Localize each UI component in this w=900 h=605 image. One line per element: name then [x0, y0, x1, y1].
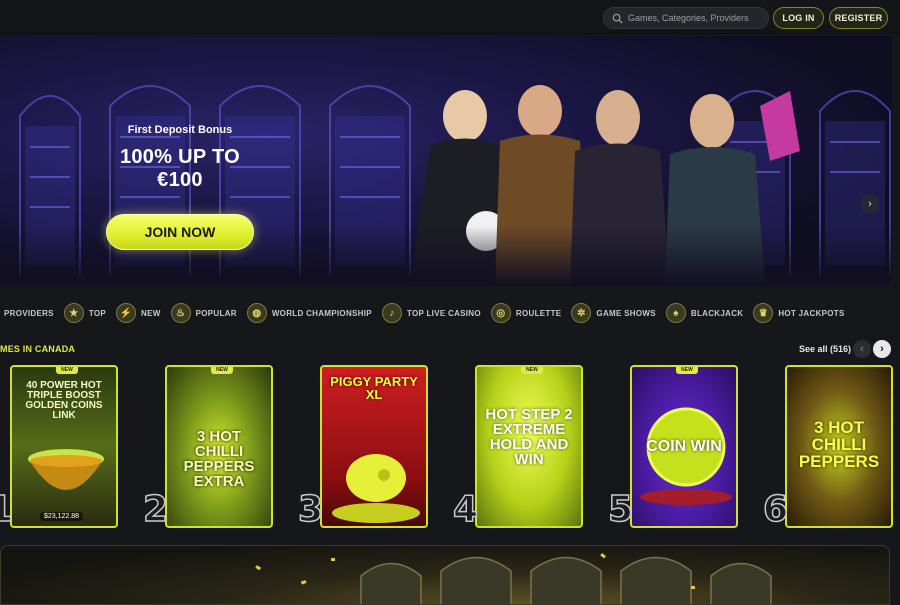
category-hot-jackpots[interactable]: ♛ HOT JACKPOTS	[753, 303, 844, 323]
promo-banner-art	[255, 552, 772, 604]
category-label: POPULAR	[195, 308, 237, 318]
game-title: PIGGY PARTY XL	[330, 374, 418, 402]
games-prev-button[interactable]: ‹	[853, 340, 871, 358]
category-roulette[interactable]: ◎ ROULETTE	[490, 303, 562, 323]
star-icon: ★	[63, 303, 84, 323]
chevron-right-icon: ›	[880, 343, 884, 355]
rank-number: 5	[607, 488, 634, 531]
new-badge: NEW	[521, 367, 543, 374]
ball-icon: ◍	[246, 303, 267, 323]
hero-next-button[interactable]: ›	[860, 194, 880, 214]
game-thumbnail[interactable]: PIGGY PARTY XL	[320, 365, 428, 528]
top-bar: LOG IN REGISTER	[0, 0, 900, 34]
promo-banner[interactable]	[0, 545, 890, 605]
game-card[interactable]: NEW 3 HOT CHILLI PEPPERS EXTRA 2	[142, 365, 273, 531]
category-label: TOP LIVE CASINO	[406, 308, 481, 318]
category-label: BLACKJACK	[690, 308, 744, 318]
jackpot-amount: $23,122.88	[40, 512, 84, 521]
game-thumbnail[interactable]: NEW 3 HOT CHILLI PEPPERS EXTRA	[165, 365, 273, 528]
category-label: ROULETTE	[515, 308, 562, 318]
category-label: TOP	[88, 308, 107, 318]
category-label: HOT JACKPOTS	[778, 308, 845, 318]
game-card[interactable]: 3 HOT CHILLI PEPPERS 6	[762, 365, 893, 531]
search-box[interactable]	[603, 7, 769, 29]
section-title: MES IN CANADA	[0, 344, 76, 354]
category-game-shows[interactable]: ✲ GAME SHOWS	[571, 303, 656, 323]
see-all-link[interactable]: See all (516)	[799, 344, 851, 354]
category-label: WORLD CHAMPIONSHIP	[271, 308, 372, 318]
wheel-icon: ✲	[571, 303, 592, 323]
category-new[interactable]: ⚡ NEW	[116, 303, 161, 323]
game-title: 3 HOT CHILLI PEPPERS	[798, 418, 880, 471]
cards-icon: ♠	[665, 303, 686, 323]
game-thumbnail[interactable]: NEW 40 POWER HOT TRIPLE BOOST GOLDEN COI…	[10, 365, 118, 528]
games-carousel: NEW 40 POWER HOT TRIPLE BOOST GOLDEN COI…	[0, 365, 900, 531]
rank-number: 6	[762, 488, 789, 531]
game-title: 3 HOT CHILLI PEPPERS EXTRA	[183, 428, 255, 490]
new-badge: NEW	[56, 367, 78, 374]
games-next-button[interactable]: ›	[873, 340, 891, 358]
piggy-icon	[332, 454, 420, 523]
category-popular[interactable]: ♨ POPULAR	[170, 303, 237, 323]
category-label: GAME SHOWS	[596, 308, 656, 318]
game-card[interactable]: PIGGY PARTY XL 3	[297, 365, 428, 531]
pot-icon	[28, 449, 104, 490]
category-providers[interactable]: PROVIDERS	[4, 309, 54, 318]
roulette-icon: ◎	[490, 303, 511, 323]
search-icon	[612, 13, 623, 24]
category-nav: PROVIDERS ★ TOP ⚡ NEW ♨ POPULAR ◍ WORLD …	[0, 298, 900, 328]
jackpot-icon: ♛	[753, 303, 774, 323]
chevron-left-icon: ‹	[860, 343, 864, 355]
register-button[interactable]: REGISTER	[829, 7, 888, 29]
category-blackjack[interactable]: ♠ BLACKJACK	[665, 303, 744, 323]
chevron-right-icon: ›	[868, 198, 872, 210]
game-thumbnail[interactable]: NEW COIN WIN	[630, 365, 738, 528]
category-world-championship[interactable]: ◍ WORLD CHAMPIONSHIP	[246, 303, 372, 323]
login-button[interactable]: LOG IN	[773, 7, 824, 29]
rank-number: 2	[142, 488, 169, 531]
game-title: 40 POWER HOT TRIPLE BOOST GOLDEN COINS L…	[25, 380, 103, 421]
game-title: COIN WIN	[646, 438, 722, 455]
new-badge: NEW	[676, 367, 698, 374]
flame-icon: ♨	[170, 303, 191, 323]
join-now-button[interactable]: JOIN NOW	[106, 214, 254, 250]
rank-number: 3	[297, 488, 324, 531]
search-input[interactable]	[628, 13, 768, 23]
game-title: HOT STEP 2 EXTREME HOLD AND WIN	[485, 406, 573, 468]
category-label: NEW	[141, 308, 161, 318]
category-label: PROVIDERS	[4, 308, 54, 318]
hero-banner[interactable]: First Deposit Bonus 100% UP TO €100 JOIN…	[0, 36, 892, 286]
game-thumbnail[interactable]: 3 HOT CHILLI PEPPERS	[785, 365, 893, 528]
game-card[interactable]: NEW 40 POWER HOT TRIPLE BOOST GOLDEN COI…	[0, 365, 118, 531]
hero-text: First Deposit Bonus 100% UP TO €100	[100, 124, 260, 192]
microphone-icon: ♪	[381, 303, 402, 323]
rank-number: 1	[0, 488, 14, 531]
game-card[interactable]: NEW HOT STEP 2 EXTREME HOLD AND WIN 4	[452, 365, 583, 531]
new-badge: NEW	[211, 367, 233, 374]
category-top[interactable]: ★ TOP	[63, 303, 107, 323]
lightning-icon: ⚡	[116, 303, 137, 323]
bonus-title: 100% UP TO €100	[119, 146, 241, 191]
category-top-live-casino[interactable]: ♪ TOP LIVE CASINO	[381, 303, 481, 323]
rank-number: 4	[452, 488, 479, 531]
game-card[interactable]: NEW COIN WIN 5	[607, 365, 738, 531]
bonus-subtitle: First Deposit Bonus	[127, 124, 233, 136]
game-thumbnail[interactable]: NEW HOT STEP 2 EXTREME HOLD AND WIN	[475, 365, 583, 528]
